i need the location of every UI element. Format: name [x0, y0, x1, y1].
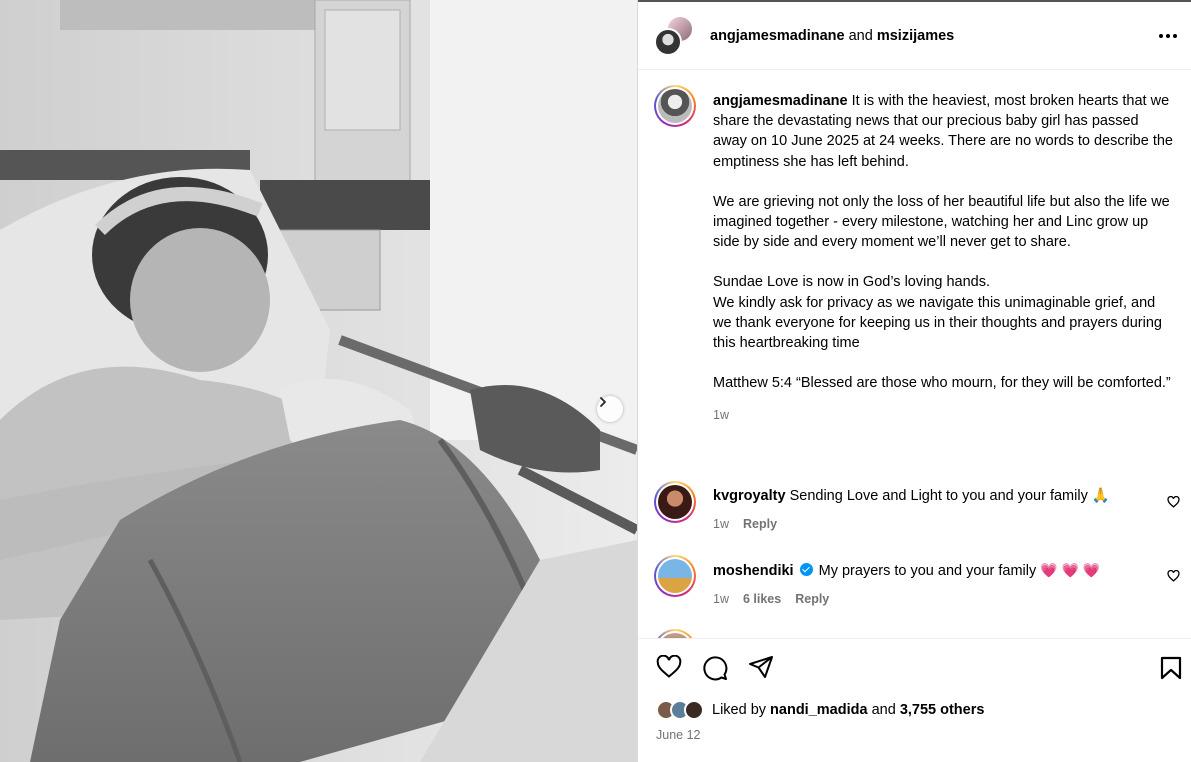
comment-meta: 1w 6 likes Reply: [713, 589, 1173, 609]
chevron-right-icon: [600, 397, 606, 407]
comment-icon: [703, 656, 728, 681]
caption-time[interactable]: 1w: [713, 405, 1173, 425]
caption-avatar-ring[interactable]: [654, 85, 696, 127]
comment-text: kvgroyalty Sending Love and Light to you…: [713, 486, 1173, 534]
comment-username[interactable]: kvgroyalty: [713, 488, 786, 504]
save-button[interactable]: [1160, 656, 1182, 685]
reply-button[interactable]: Reply: [795, 592, 829, 606]
share-button[interactable]: [748, 655, 774, 686]
liked-by-others[interactable]: 3,755 others: [900, 702, 985, 718]
heart-icon: [1167, 495, 1180, 508]
header-username-1[interactable]: angjamesmadinane: [710, 28, 845, 44]
heart-icon: [1167, 569, 1180, 582]
comment-like-button[interactable]: [1167, 569, 1180, 587]
caption-paragraph-4: Matthew 5:4 “Blessed are those who mourn…: [713, 375, 1171, 392]
caption-text: angjamesmadinane It is with the heaviest…: [713, 91, 1173, 426]
post-photo[interactable]: [0, 0, 637, 762]
liker-avatar: [684, 700, 704, 720]
reply-button[interactable]: Reply: [743, 517, 777, 531]
liked-by-user[interactable]: nandi_madida: [770, 702, 868, 718]
comment-text: moshendiki My prayers to you and your fa…: [713, 560, 1173, 609]
header-username-2[interactable]: msizijames: [877, 28, 954, 44]
comment-button[interactable]: [702, 655, 728, 686]
like-button[interactable]: [656, 654, 682, 686]
comment-like-button[interactable]: [1167, 495, 1180, 513]
comment-time[interactable]: 1w: [713, 592, 729, 606]
comment-time[interactable]: 1w: [713, 517, 729, 531]
action-bar: [656, 654, 774, 686]
post-date[interactable]: June 12: [656, 728, 700, 742]
hearts-emoji: 💗 💗 💗: [1040, 562, 1101, 578]
header-joiner: and: [848, 27, 873, 44]
liked-by-row[interactable]: Liked by nandi_madida and 3,755 others: [656, 700, 984, 720]
comment-avatar-ring[interactable]: [654, 481, 696, 523]
collab-names: angjamesmadinane and msizijames: [710, 28, 954, 44]
heart-icon: [656, 654, 682, 678]
comment-body: My prayers to you and your family: [818, 563, 1037, 579]
caption-paragraph-2: We are grieving not only the loss of her…: [713, 193, 1174, 251]
post-side-panel: angjamesmadinane and msizijames angjames…: [637, 0, 1191, 762]
verified-badge-icon: [799, 563, 813, 576]
share-icon: [749, 656, 773, 678]
post-header: angjamesmadinane and msizijames: [638, 2, 1191, 70]
avatar: [658, 485, 692, 519]
caption-paragraph-3: Sundae Love is now in God’s loving hands…: [713, 274, 1162, 352]
comment-avatar-ring[interactable]: [654, 629, 696, 638]
more-options-button[interactable]: [1158, 26, 1178, 44]
comment-body: Sending Love and Light to you and your f…: [789, 488, 1110, 504]
comment-username[interactable]: moshendiki: [713, 563, 794, 579]
avatar-angjamesmadinane[interactable]: [654, 27, 682, 56]
caption-username[interactable]: angjamesmadinane: [713, 93, 848, 109]
comment-avatar-ring[interactable]: [654, 555, 696, 597]
comments-scroll-area[interactable]: angjamesmadinane It is with the heaviest…: [638, 71, 1191, 638]
comment-likes-count[interactable]: 6 likes: [743, 592, 781, 606]
grayscale-hospital-photo: [0, 0, 637, 762]
next-photo-button[interactable]: [597, 396, 623, 422]
avatar: [658, 559, 692, 593]
liked-by-text: Liked by nandi_madida and 3,755 others: [712, 702, 985, 718]
more-horizontal-icon: [1159, 34, 1177, 38]
caption-paragraph-1: angjamesmadinane It is with the heaviest…: [713, 93, 1178, 170]
collab-avatars[interactable]: [654, 14, 696, 57]
post-footer: Liked by nandi_madida and 3,755 others J…: [638, 638, 1191, 762]
bookmark-icon: [1160, 656, 1182, 680]
avatar: [658, 89, 692, 123]
comment-meta: 1w Reply: [713, 514, 1173, 534]
